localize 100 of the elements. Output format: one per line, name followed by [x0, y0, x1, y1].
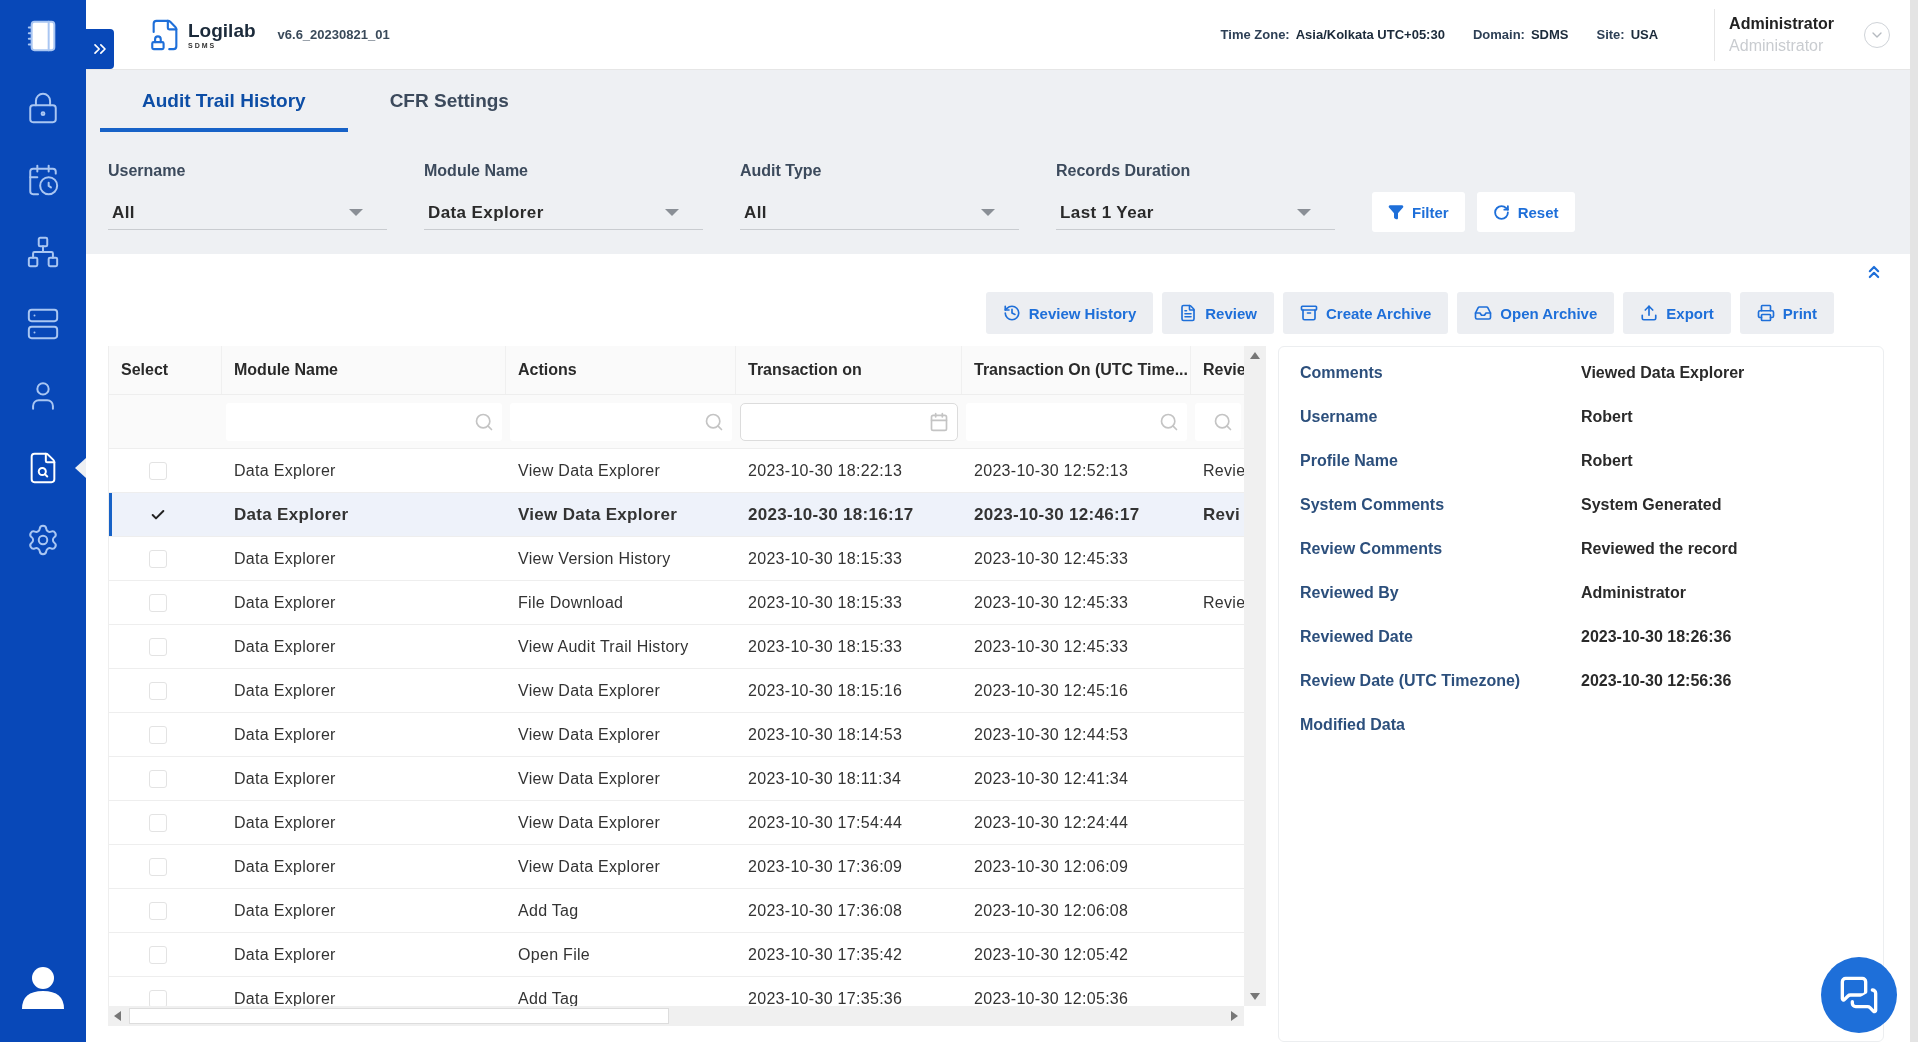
table-cell-text: Data Explorer [233, 945, 337, 964]
table-cell-text: Add Tag [517, 989, 580, 1006]
column-header[interactable]: Module Name [222, 346, 506, 394]
table-cell-text: 2023-10-30 12:46:17 [973, 504, 1141, 525]
table-cell-text: Data Explorer [233, 989, 337, 1006]
detail-label: Username [1300, 408, 1379, 426]
search-icon [704, 411, 724, 432]
column-header[interactable]: Actions [506, 346, 736, 394]
toolbar-button[interactable]: Open Archive [1457, 292, 1615, 334]
checkbox[interactable] [149, 857, 167, 876]
detail-label: Reviewed By [1300, 584, 1400, 602]
scroll-up-icon[interactable] [1250, 352, 1260, 359]
search-field[interactable] [1195, 402, 1241, 441]
detail-value: 2023-10-30 18:26:36 [1581, 628, 1733, 646]
table-cell-text: 2023-10-30 12:24:44 [973, 813, 1130, 832]
reset-button[interactable]: Reset [1476, 192, 1575, 232]
table-cell-text: Revie [1202, 461, 1244, 480]
checkbox[interactable] [149, 593, 167, 612]
checkbox[interactable] [149, 549, 167, 568]
column-header[interactable]: Select [109, 346, 222, 394]
table-cell-text: 2023-10-30 17:36:08 [747, 901, 904, 920]
table-cell-text: Add Tag [517, 901, 580, 920]
dropdown[interactable]: All [740, 196, 1019, 230]
dropdown[interactable]: All [108, 196, 387, 230]
search-field[interactable] [510, 402, 732, 441]
table-cell-text: 2023-10-30 12:45:16 [973, 681, 1130, 700]
info-value: USA [1630, 27, 1659, 42]
table-cell-text: 2023-10-30 12:52:13 [973, 461, 1130, 480]
column-header[interactable]: Transaction on [736, 346, 962, 394]
filter-label: Audit Type [740, 162, 823, 180]
filter-icon [1388, 204, 1404, 220]
calendar-clock-icon[interactable] [26, 163, 60, 197]
filter-label: Module Name [424, 162, 529, 180]
search-field[interactable] [226, 402, 502, 441]
table-cell-text: Data Explorer [233, 637, 337, 656]
table-cell-text: View Data Explorer [517, 813, 662, 832]
checkbox[interactable] [149, 637, 167, 656]
toolbar-button[interactable]: Create Archive [1283, 292, 1449, 334]
detail-value: Administrator [1581, 584, 1687, 602]
caret-icon [349, 209, 363, 216]
info-label: Domain: [1472, 27, 1525, 42]
tab[interactable]: CFR Settings [347, 73, 551, 132]
column-header[interactable]: Transaction On (UTC Time... [962, 346, 1191, 394]
detail-value: System Generated [1581, 496, 1723, 514]
detail-value: Robert [1581, 452, 1634, 470]
search-field[interactable] [966, 402, 1187, 441]
table-cell-text: 2023-10-30 12:44:53 [973, 725, 1130, 744]
table-cell-text: Data Explorer [233, 769, 337, 788]
checkbox[interactable] [149, 681, 167, 700]
lock-icon[interactable] [26, 91, 60, 125]
table-row[interactable]: Data Explorer View Data Explorer 2023-10-30 18:16:17 2023-10-30 12:46:17 Revi [109, 493, 1244, 537]
table-cell-text: View Data Explorer [517, 504, 679, 525]
table-cell-text: 2023-10-30 12:45:33 [973, 549, 1130, 568]
table-cell-text: Data Explorer [233, 593, 337, 612]
search-icon [1213, 411, 1233, 432]
active-pointer [75, 458, 86, 478]
toolbar-button[interactable]: Review [1162, 292, 1274, 334]
table-cell-text: 2023-10-30 18:15:16 [747, 681, 904, 700]
network-icon[interactable] [26, 235, 60, 269]
checkbox[interactable] [149, 461, 167, 480]
checkbox[interactable] [149, 769, 167, 788]
filter-button[interactable]: Filter [1372, 192, 1465, 232]
checkbox[interactable] [149, 989, 167, 1006]
caret-icon [665, 209, 679, 216]
info-value: SDMS [1530, 27, 1569, 42]
checkbox[interactable] [149, 813, 167, 832]
toolbar-button[interactable]: Print [1739, 292, 1834, 334]
toolbar-button[interactable]: Export [1623, 292, 1731, 334]
calendar-icon [929, 411, 949, 432]
expand-button[interactable] [86, 29, 114, 69]
scroll-left-icon[interactable] [114, 1011, 121, 1021]
scroll-thumb[interactable] [129, 1008, 669, 1024]
tab[interactable]: Audit Trail History [100, 73, 348, 132]
scroll-down-icon[interactable] [1250, 993, 1260, 1000]
checkbox[interactable] [149, 901, 167, 920]
detail-label: Comments [1300, 364, 1384, 382]
detail-value: Reviewed the record [1581, 540, 1739, 558]
user-name: Administrator [1729, 14, 1834, 33]
table-cell-text: 2023-10-30 12:06:09 [973, 857, 1130, 876]
table-cell-text: 2023-10-30 12:45:33 [973, 637, 1130, 656]
checkbox[interactable] [149, 725, 167, 744]
caret-icon [981, 209, 995, 216]
inbox-icon [1474, 304, 1493, 322]
detail-label: Review Comments [1300, 540, 1444, 558]
filter-label: Username [108, 162, 187, 180]
scroll-right-icon[interactable] [1231, 1011, 1238, 1021]
horizontal-scrollbar[interactable] [108, 1006, 1244, 1026]
dropdown[interactable]: Last 1 Year [1056, 196, 1335, 230]
detail-label: Profile Name [1300, 452, 1399, 470]
settings-icon[interactable] [26, 523, 60, 557]
search-icon [474, 411, 494, 432]
detail-value: Robert [1581, 408, 1634, 426]
toolbar-button[interactable]: Review History [985, 292, 1154, 334]
vertical-scrollbar[interactable] [1244, 346, 1266, 1006]
date-field[interactable] [740, 402, 958, 441]
dropdown[interactable]: Data Explorer [424, 196, 703, 230]
table-cell-text: Data Explorer [233, 681, 337, 700]
server-icon[interactable] [26, 307, 60, 341]
checkbox[interactable] [149, 945, 167, 964]
avatar-icon[interactable] [20, 965, 66, 1011]
